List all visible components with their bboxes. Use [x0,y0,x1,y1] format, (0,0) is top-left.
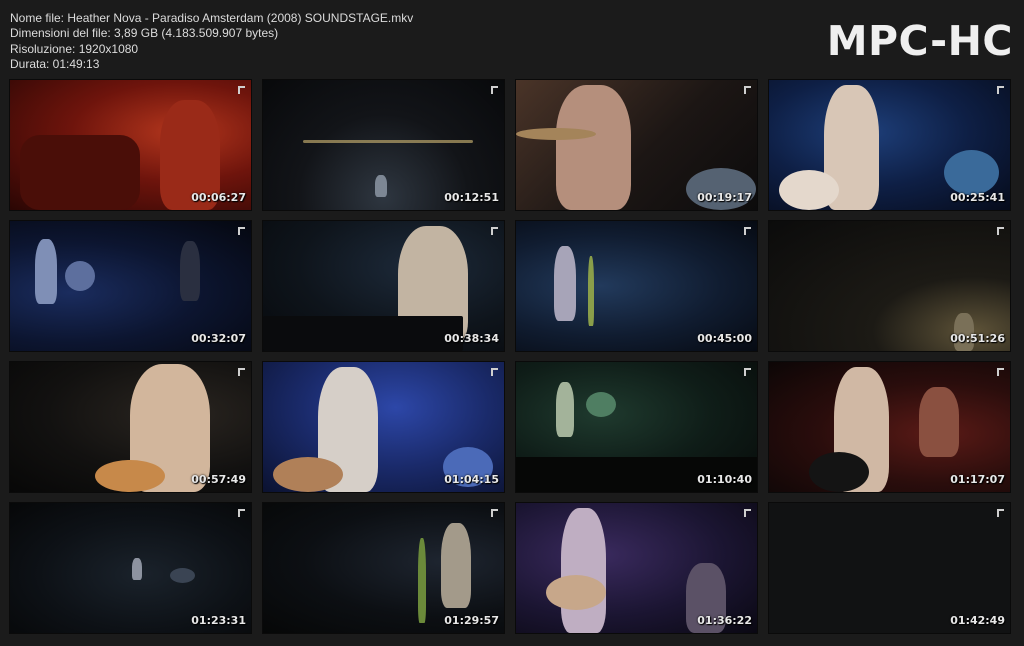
mpc-hc-logo: MPC-HC [826,17,1013,65]
thumbnail-timestamp: 01:29:57 [444,614,499,627]
file-info: Nome file: Heather Nova - Paradiso Amste… [10,11,413,73]
marker-icon [491,368,498,376]
thumbnail: 00:25:41 [768,79,1011,211]
thumbnail-timestamp: 00:38:34 [444,332,499,345]
performer-figure [919,387,959,457]
guitar [95,460,165,492]
file-size: Dimensioni del file: 3,89 GB (4.183.509.… [10,26,279,41]
marker-icon [238,227,245,235]
thumbnail-timestamp: 01:36:22 [697,614,752,627]
guitar [779,170,839,210]
thumbnail: 00:57:49 [9,361,252,493]
marker-icon [491,509,498,517]
thumbnail-timestamp: 00:57:49 [191,473,246,486]
thumbnail: 00:19:17 [515,79,758,211]
marker-icon [744,227,751,235]
thumbnail-timestamp: 00:25:41 [950,191,1005,204]
marker-icon [997,86,1004,94]
file-duration: Durata: 01:49:13 [10,57,100,72]
guitar [809,452,869,492]
performer-figure [556,382,574,437]
thumbnail-timestamp: 00:32:07 [191,332,246,345]
performer-figure [35,239,57,304]
thumbnail-timestamp: 00:19:17 [697,191,752,204]
thumbnail: 00:38:34 [262,220,505,352]
thumbnail: 01:10:40 [515,361,758,493]
thumbnail: 00:32:07 [9,220,252,352]
thumbnail: 01:42:49 [768,502,1011,634]
thumbnail-timestamp: 00:45:00 [697,332,752,345]
drum [586,392,616,417]
marker-icon [744,509,751,517]
marker-icon [997,227,1004,235]
thumbnail: 00:45:00 [515,220,758,352]
stage-light-bar [303,140,473,143]
thumbnail: 01:04:15 [262,361,505,493]
file-name: Nome file: Heather Nova - Paradiso Amste… [10,11,414,25]
performer-figure [375,175,387,197]
thumbnail: 00:06:27 [9,79,252,211]
drum [65,261,95,291]
thumbnail: 01:17:07 [768,361,1011,493]
cymbal [516,128,596,140]
drum-kit [20,135,140,210]
performer-figure [556,85,631,210]
thumbnail: 01:29:57 [262,502,505,634]
thumbnail-timestamp: 01:23:31 [191,614,246,627]
marker-icon [744,86,751,94]
guitar [546,575,606,610]
piano [263,316,463,351]
thumbnail: 00:12:51 [262,79,505,211]
thumbnail-timestamp: 00:06:27 [191,191,246,204]
marker-icon [238,509,245,517]
marker-icon [997,509,1004,517]
thumbnail-timestamp: 01:42:49 [950,614,1005,627]
thumbnail-timestamp: 00:51:26 [950,332,1005,345]
thumbnail: 01:36:22 [515,502,758,634]
performer-figure [180,241,200,301]
file-resolution: Risoluzione: 1920x1080 [10,41,139,56]
marker-icon [238,368,245,376]
marker-icon [491,86,498,94]
flower-garland [418,538,426,623]
thumbnail-timestamp: 00:12:51 [444,191,499,204]
thumbnail: 01:23:31 [9,502,252,634]
thumbnail-timestamp: 01:17:07 [950,473,1005,486]
thumbnail-timestamp: 01:10:40 [697,473,752,486]
guitar [273,457,343,492]
marker-icon [744,368,751,376]
marker-icon [491,227,498,235]
performer-figure [554,246,576,321]
thumbnail-timestamp: 01:04:15 [444,473,499,486]
drum [944,150,999,195]
stage-equipment [170,568,195,583]
marker-icon [997,368,1004,376]
thumbnail: 00:51:26 [768,220,1011,352]
thumbnail-grid: 00:06:27 00:12:51 00:19:17 00:25:41 00:3… [9,79,1011,634]
performer-figure [132,558,142,580]
flower-garland [588,256,594,326]
performer-figure [441,523,471,608]
marker-icon [238,86,245,94]
performer-figure [561,508,606,633]
